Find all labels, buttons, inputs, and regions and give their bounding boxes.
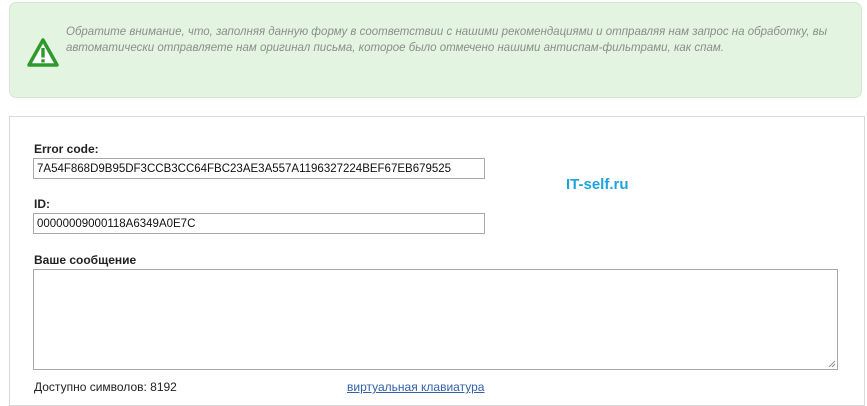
notice-text: Обратите внимание, что, заполняя данную … <box>66 26 828 54</box>
message-label: Ваше сообщение <box>34 253 137 267</box>
id-field[interactable]: 00000009000118A6349A0E7C <box>33 213 485 234</box>
error-code-field[interactable]: 7A54F868D9B95DF3CCB3CC64FBC23AE3A557A119… <box>33 158 485 179</box>
watermark-text: IT-self.ru <box>566 176 629 193</box>
message-textarea[interactable] <box>33 269 838 370</box>
virtual-keyboard-link[interactable]: виртуальная клавиатура <box>347 380 484 394</box>
id-label: ID: <box>34 197 50 211</box>
resize-grip-icon[interactable] <box>828 360 836 368</box>
error-code-label: Error code: <box>34 142 99 156</box>
chars-left-counter: Доступно символов: 8192 <box>34 380 177 394</box>
warning-triangle-icon <box>27 38 59 67</box>
